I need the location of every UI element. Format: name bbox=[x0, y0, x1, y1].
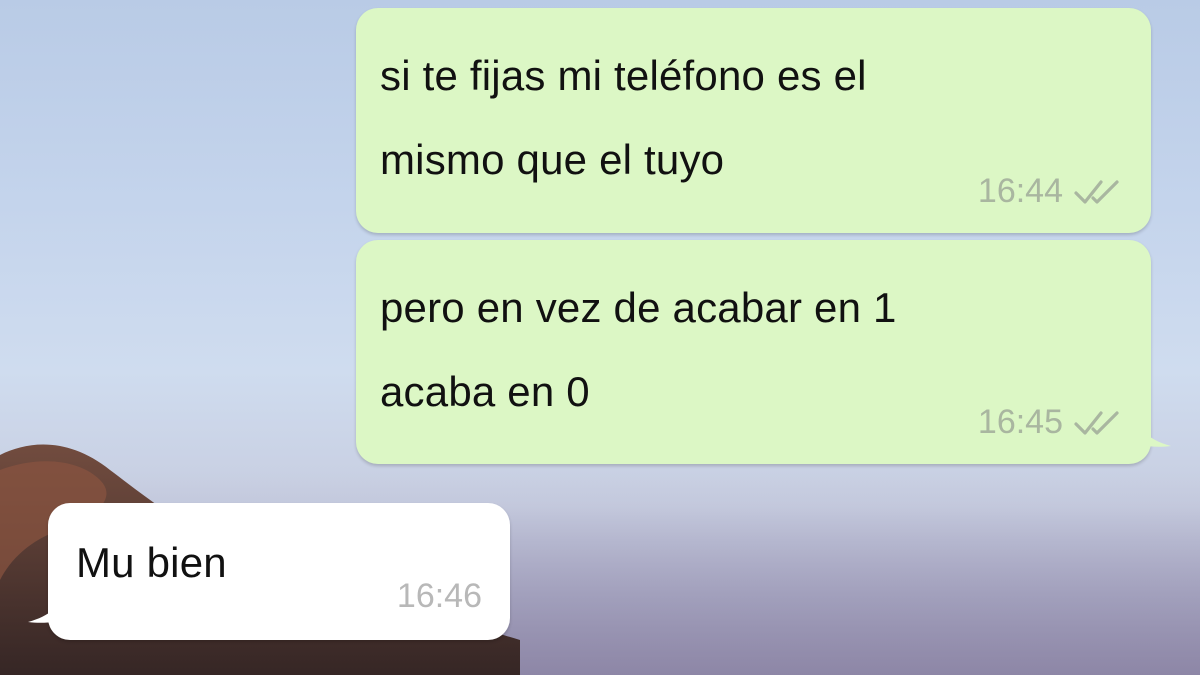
message-bubble-outgoing[interactable]: si te fijas mi teléfono es el mismo que … bbox=[356, 8, 1151, 233]
bubble-tail bbox=[1133, 414, 1171, 447]
message-meta: 16:46 bbox=[397, 577, 482, 616]
message-time: 16:45 bbox=[977, 403, 1063, 441]
bubble-tail bbox=[28, 590, 66, 623]
message-bubble-incoming[interactable]: Mu bien 16:46 bbox=[28, 503, 510, 640]
message-meta: 16:44 bbox=[978, 172, 1125, 211]
double-check-icon bbox=[1074, 410, 1119, 435]
message-time: 16:44 bbox=[977, 172, 1063, 210]
message-time: 16:46 bbox=[396, 577, 482, 615]
message-text: si te fijas mi teléfono es el mismo que … bbox=[380, 52, 867, 183]
message-text: pero en vez de acabar en 1 acaba en 0 bbox=[380, 284, 897, 415]
message-bubble-outgoing[interactable]: pero en vez de acabar en 1 acaba en 0 16… bbox=[356, 240, 1171, 464]
message-text: Mu bien bbox=[76, 539, 227, 586]
double-check-icon bbox=[1074, 179, 1119, 204]
message-meta: 16:45 bbox=[978, 403, 1125, 442]
